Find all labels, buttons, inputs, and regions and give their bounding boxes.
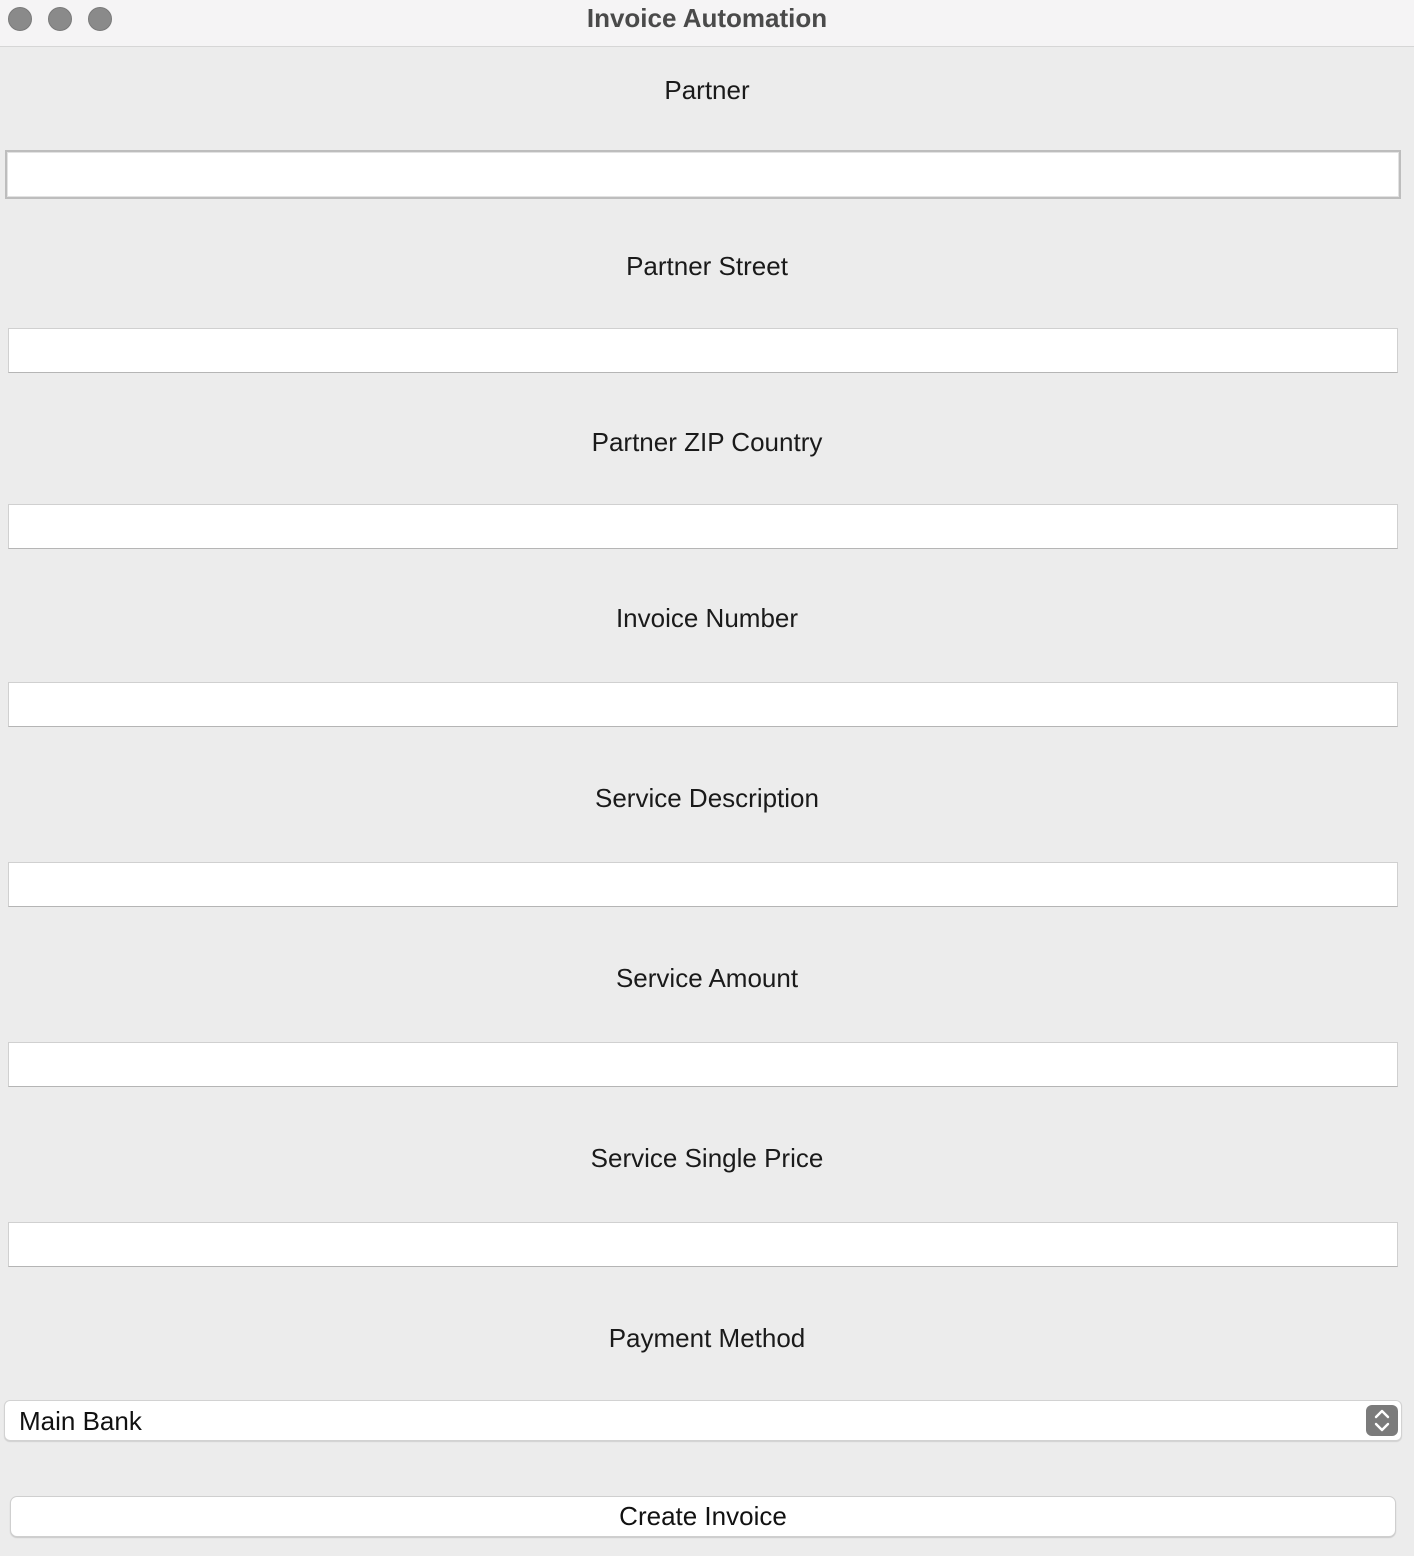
partner-street-input[interactable] <box>8 328 1398 373</box>
invoice-automation-window: Invoice Automation Partner Partner Stree… <box>0 0 1414 1556</box>
service-single-price-input[interactable] <box>8 1222 1398 1267</box>
window-title: Invoice Automation <box>586 3 828 33</box>
partner-input[interactable] <box>5 150 1401 199</box>
payment-method-select[interactable]: Main Bank <box>4 1400 1402 1441</box>
partner-zip-country-label: Partner ZIP Country <box>591 427 823 457</box>
partner-zip-country-input[interactable] <box>8 504 1398 549</box>
service-amount-label: Service Amount <box>615 963 799 993</box>
invoice-number-label: Invoice Number <box>615 603 799 633</box>
partner-label: Partner <box>664 75 750 105</box>
service-description-input[interactable] <box>8 862 1398 907</box>
service-description-label: Service Description <box>595 783 819 813</box>
up-down-chevron-icon <box>1366 1405 1398 1436</box>
invoice-number-input[interactable] <box>8 682 1398 727</box>
partner-street-label: Partner Street <box>626 251 788 281</box>
payment-method-label: Payment Method <box>608 1323 806 1353</box>
service-single-price-label: Service Single Price <box>590 1143 824 1173</box>
service-amount-input[interactable] <box>8 1042 1398 1087</box>
payment-method-selected-value: Main Bank <box>19 1406 142 1436</box>
title-bar: Invoice Automation <box>0 0 1414 47</box>
create-invoice-button[interactable]: Create Invoice <box>10 1496 1396 1537</box>
